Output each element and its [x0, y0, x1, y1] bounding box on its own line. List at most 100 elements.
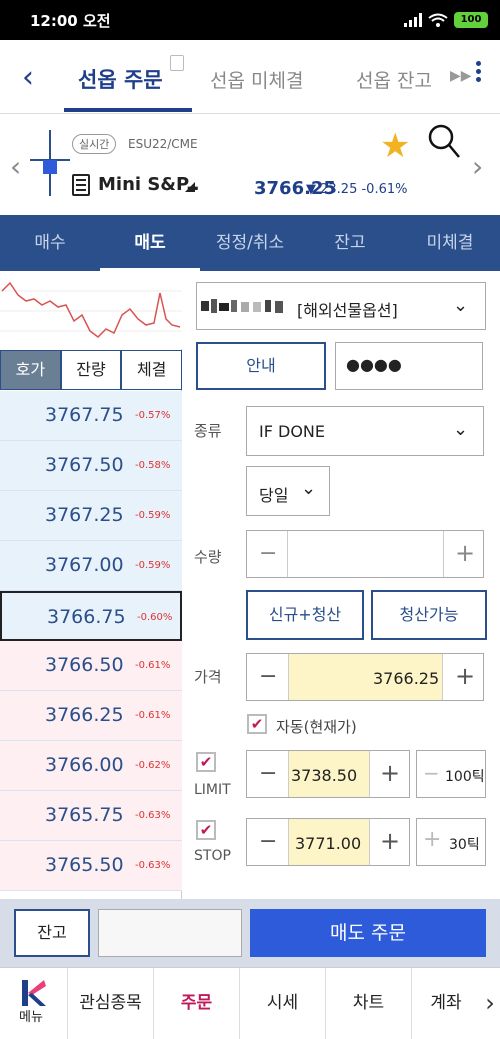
quote-change: -0.61% — [135, 660, 171, 671]
status-bar: 12:00 오전 100 — [0, 0, 500, 40]
more-icon[interactable] — [476, 58, 484, 85]
tab-futures-order[interactable]: 선옵 주문 — [78, 64, 163, 94]
bottom-nav: 메뉴 관심종목 주문 시세 차트 계좌 › — [0, 967, 500, 1039]
quote-row[interactable]: 3765.50 -0.63% — [0, 841, 182, 891]
auto-price-label: 자동(현재가) — [276, 718, 357, 736]
candle-icon — [30, 130, 70, 196]
quote-change: -0.61% — [135, 710, 171, 721]
limit-label: LIMIT — [194, 782, 231, 798]
type-label: 종류 — [194, 422, 222, 440]
quote-row[interactable]: 3766.25 -0.61% — [0, 691, 182, 741]
status-icons: 100 — [404, 12, 488, 28]
chevron-down-icon: ⌄ — [301, 478, 317, 499]
password-field[interactable]: ●●●● — [335, 342, 483, 390]
next-instrument-icon[interactable]: › — [472, 150, 483, 183]
balance-button[interactable]: 잔고 — [14, 909, 90, 957]
k-logo-icon — [22, 980, 46, 1006]
new-close-button[interactable]: 신규+청산 — [246, 590, 364, 640]
status-time: 12:00 오전 — [30, 12, 111, 30]
account-select[interactable]: [해외선물옵션] ⌄ — [196, 282, 486, 330]
tab-scroll-right-icon[interactable]: ▶▶ — [450, 68, 472, 84]
order-type-select[interactable]: IF DONE ⌄ — [246, 406, 484, 456]
tab-unfilled[interactable]: 선옵 미체결 — [210, 66, 303, 93]
nav-account[interactable]: 계좌 — [412, 968, 480, 1039]
minus-icon: − — [423, 761, 440, 785]
subtab-remaining[interactable]: 잔량 — [60, 350, 122, 390]
favorite-star-icon[interactable]: ★ — [380, 126, 410, 166]
qty-plus-button[interactable]: + — [455, 539, 475, 567]
quote-change: -0.59% — [135, 510, 171, 521]
nav-chart[interactable]: 차트 — [326, 968, 412, 1039]
qty-input[interactable] — [289, 531, 443, 577]
divider — [287, 531, 288, 577]
order-type-value: IF DONE — [259, 422, 325, 441]
tab-balance[interactable]: 선옵 잔고 — [356, 66, 432, 93]
stop-minus-button[interactable]: − — [259, 829, 277, 854]
subtab-executed[interactable]: 체결 — [121, 350, 183, 390]
sell-order-button[interactable]: 매도 주문 — [250, 909, 486, 957]
auto-price-checkbox[interactable]: ✔ — [247, 714, 267, 734]
quote-price: 3767.75 — [45, 404, 124, 426]
tab-modify-cancel[interactable]: 정정/취소 — [200, 215, 300, 271]
stop-stepper: − 3771.00 + — [246, 818, 410, 866]
period-value: 당일 — [259, 486, 289, 505]
plus-icon: + — [423, 827, 442, 852]
limit-minus-button[interactable]: − — [259, 761, 277, 786]
quote-change: -0.63% — [135, 860, 171, 871]
nav-order[interactable]: 주문 — [154, 968, 240, 1039]
price-minus-button[interactable]: − — [259, 664, 277, 689]
quote-row[interactable]: 3765.75 -0.63% — [0, 791, 182, 841]
price-value: 3766.25 — [373, 669, 440, 688]
closeable-button[interactable]: 청산가능 — [371, 590, 487, 640]
stop-value: 3771.00 — [295, 834, 362, 853]
nav-quotes[interactable]: 시세 — [240, 968, 326, 1039]
quote-row[interactable]: 3766.00 -0.62% — [0, 741, 182, 791]
battery-icon: 100 — [454, 12, 488, 28]
tab-order-unfilled[interactable]: 미체결 — [400, 215, 500, 271]
tab-order-balance[interactable]: 잔고 — [300, 215, 400, 271]
masked-account-icon — [201, 299, 283, 313]
back-icon[interactable]: ‹ — [22, 60, 34, 95]
stop-tick-value: 30틱 — [449, 837, 480, 853]
chevron-down-icon: ⌄ — [453, 295, 469, 316]
quote-row[interactable]: 3767.00 -0.59% — [0, 541, 182, 591]
limit-plus-button[interactable]: + — [380, 759, 400, 787]
period-select[interactable]: 당일 ⌄ — [246, 466, 330, 516]
quote-price: 3767.25 — [45, 504, 124, 526]
price-plus-button[interactable]: + — [455, 662, 475, 690]
stop-checkbox[interactable]: ✔ — [196, 820, 216, 840]
nav-next-icon[interactable]: › — [480, 968, 500, 1039]
document-icon[interactable] — [72, 174, 90, 196]
qty-minus-button[interactable]: − — [259, 541, 277, 566]
quote-change: -0.59% — [135, 560, 171, 571]
tab-underline — [64, 108, 192, 112]
nav-watchlist[interactable]: 관심종목 — [68, 968, 154, 1039]
divider — [443, 531, 444, 577]
guide-button[interactable]: 안내 — [196, 342, 326, 390]
limit-checkbox[interactable]: ✔ — [196, 752, 216, 772]
quote-price: 3766.00 — [45, 754, 124, 776]
mini-chart — [0, 271, 182, 349]
quote-row[interactable]: 3767.75 -0.57% — [0, 391, 182, 441]
subtab-quote[interactable]: 호가 — [0, 350, 61, 390]
prev-instrument-icon[interactable]: ‹ — [10, 150, 21, 183]
copy-icon[interactable] — [170, 55, 184, 71]
quote-change: -0.62% — [135, 760, 171, 771]
tab-buy[interactable]: 매수 — [0, 215, 100, 271]
quote-row[interactable]: 3767.50 -0.58% — [0, 441, 182, 491]
quote-change: -0.63% — [135, 810, 171, 821]
chevron-down-icon: ⌄ — [453, 419, 469, 440]
realtime-badge: 실시간 — [72, 134, 117, 154]
stop-plus-button[interactable]: + — [380, 827, 400, 855]
nav-menu[interactable]: 메뉴 — [0, 968, 68, 1039]
limit-tick-field[interactable]: − 100틱 — [416, 750, 486, 798]
tab-sell[interactable]: 매도 — [100, 215, 200, 271]
instrument-dropdown-icon[interactable] — [185, 182, 195, 192]
search-icon[interactable] — [428, 124, 460, 160]
nav-menu-label: 메뉴 — [19, 1010, 43, 1025]
quote-row[interactable]: 3766.50 -0.61% — [0, 641, 182, 691]
quote-row[interactable]: 3767.25 -0.59% — [0, 491, 182, 541]
quote-change: -0.58% — [135, 460, 171, 471]
stop-tick-field[interactable]: + 30틱 — [416, 818, 486, 866]
quote-row[interactable]: 3766.75 -0.60% — [0, 591, 182, 641]
